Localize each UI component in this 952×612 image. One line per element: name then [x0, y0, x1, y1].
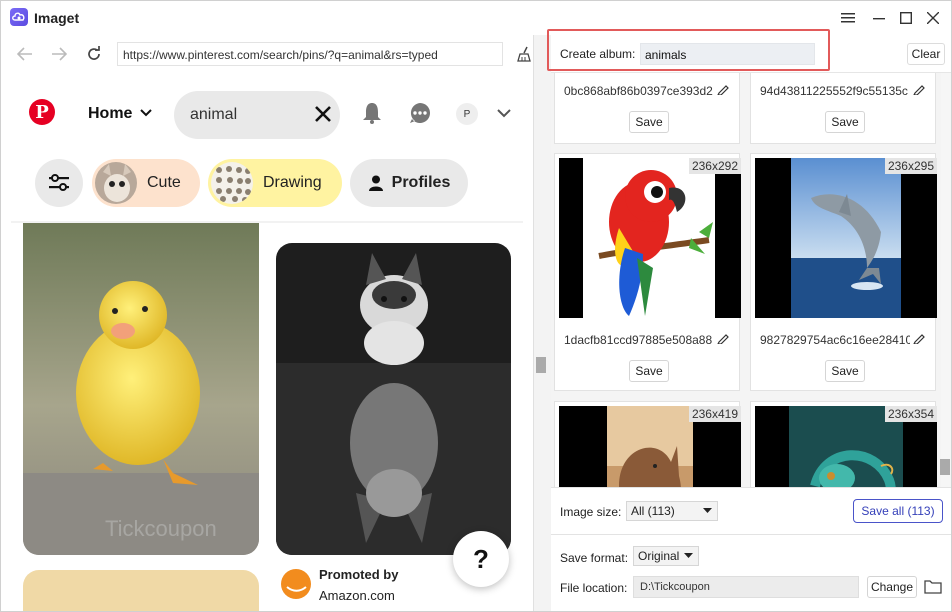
image-filename: 94d43811225552f9c55135c	[760, 84, 908, 98]
rename-pencil-icon[interactable]	[717, 332, 729, 344]
chevron-down-icon	[703, 508, 712, 513]
clear-search-icon[interactable]	[314, 105, 332, 123]
pin-peek-image	[23, 570, 259, 611]
image-size-select[interactable]: All (113)	[626, 501, 718, 521]
pinterest-logo-icon[interactable]: P	[29, 99, 55, 125]
filter-sliders-icon	[49, 174, 69, 191]
chevron-down-icon[interactable]	[140, 109, 152, 117]
save-format-value: Original	[638, 549, 680, 563]
chip-drawing[interactable]: Drawing	[208, 159, 342, 207]
chip-cute[interactable]: Cute	[92, 159, 200, 207]
broom-clear-icon[interactable]	[515, 44, 535, 64]
image-size-value: All (113)	[631, 504, 675, 518]
app-title: Imaget	[34, 10, 80, 26]
forward-arrow-icon[interactable]	[49, 44, 69, 64]
save-button[interactable]: Save	[825, 111, 865, 133]
husky-image	[276, 243, 511, 555]
rename-pencil-icon[interactable]	[717, 83, 729, 95]
image-card: 94d43811225552f9c55135c Save	[750, 73, 936, 144]
maximize-icon[interactable]	[895, 7, 917, 29]
save-format-select[interactable]: Original	[633, 546, 699, 566]
url-field[interactable]: https://www.pinterest.com/search/pins/?q…	[117, 42, 503, 66]
cat-image[interactable]: 236x419	[559, 406, 741, 487]
panel-splitter[interactable]	[533, 35, 551, 611]
change-location-button[interactable]: Change	[867, 576, 917, 598]
hamburger-menu-icon[interactable]	[837, 7, 859, 29]
file-location-label: File location:	[560, 581, 628, 595]
pinterest-scrollbar-thumb[interactable]	[536, 357, 546, 373]
close-icon[interactable]	[922, 7, 944, 29]
image-filename: 0bc868abf86b0397ce393d2	[564, 84, 713, 98]
image-dimensions-badge: 236x419	[688, 406, 741, 422]
chip-drawing-label: Drawing	[263, 174, 322, 191]
pin-peek[interactable]	[23, 570, 259, 611]
image-dimensions-badge: 236x354	[884, 406, 937, 422]
amazon-logo-icon	[281, 569, 311, 599]
cute-thumbnail	[95, 162, 137, 204]
image-size-label: Image size:	[560, 505, 622, 519]
save-format-label: Save format:	[560, 551, 629, 565]
search-query: animal	[190, 106, 238, 123]
chip-profiles-label: Profiles	[391, 174, 451, 191]
album-bar: Create album: animals Clear	[547, 29, 951, 73]
home-button[interactable]: Home	[88, 105, 132, 123]
back-arrow-icon[interactable]	[15, 44, 35, 64]
image-card: 236x354	[750, 401, 937, 487]
duckling-image	[23, 223, 259, 555]
export-controls: Image size: All (113) Save all (113) Sav…	[551, 487, 951, 611]
chameleon-image[interactable]: 236x354	[755, 406, 937, 487]
pin-husky-reflection[interactable]	[276, 243, 511, 555]
clear-button[interactable]: Clear	[907, 43, 945, 65]
account-chevron-down-icon[interactable]	[492, 101, 516, 125]
image-dimensions-badge: 236x295	[884, 158, 937, 174]
save-button[interactable]: Save	[629, 111, 669, 133]
reload-icon[interactable]	[84, 44, 104, 64]
avatar[interactable]: P	[456, 103, 478, 125]
imaget-logo-icon	[10, 8, 28, 26]
browser-toolbar: https://www.pinterest.com/search/pins/?q…	[1, 35, 541, 73]
image-card: 236x419	[554, 401, 741, 487]
drawing-thumbnail	[211, 162, 253, 204]
title-bar: Imaget	[1, 1, 951, 35]
folder-icon[interactable]	[924, 579, 942, 594]
parrot-image[interactable]: 236x292	[559, 158, 741, 318]
filter-chip[interactable]	[35, 159, 83, 207]
imaget-panel: Create album: animals Clear 0bc868abf86b…	[547, 29, 951, 611]
chip-profiles[interactable]: Profiles	[350, 159, 468, 207]
image-card: 236x292 1dacfb81ccd97885e508a88 Save	[554, 153, 741, 391]
promoter-name[interactable]: Amazon.com	[319, 588, 395, 603]
minimize-icon[interactable]	[868, 7, 890, 29]
promoted-label: Promoted by	[319, 567, 399, 582]
gallery-scrollbar[interactable]	[941, 73, 951, 487]
watermark: Tickcoupon	[105, 516, 217, 541]
pinterest-page: P Home animal P Cute Drawing Profiles Ti…	[1, 73, 533, 611]
notifications-bell-icon[interactable]	[360, 101, 384, 125]
gallery-scrollbar-thumb[interactable]	[940, 459, 950, 475]
imaget-window: Imaget https://www.pinterest.com/search/…	[0, 0, 952, 612]
save-button[interactable]: Save	[825, 360, 865, 382]
person-icon	[368, 175, 383, 191]
pin-duckling[interactable]	[23, 223, 259, 555]
chip-cute-label: Cute	[147, 174, 181, 191]
image-dimensions-badge: 236x292	[688, 158, 741, 174]
rename-pencil-icon[interactable]	[913, 332, 925, 344]
create-album-label: Create album:	[560, 47, 636, 61]
messages-icon[interactable]	[408, 101, 432, 125]
album-name-input[interactable]: animals	[640, 43, 815, 65]
rename-pencil-icon[interactable]	[913, 83, 925, 95]
save-button[interactable]: Save	[629, 360, 669, 382]
chevron-down-icon	[684, 553, 693, 558]
dolphin-image[interactable]: 236x295	[755, 158, 937, 318]
image-card: 236x295 9827829754ac6c16ee28410 Save	[750, 153, 937, 391]
image-filename: 1dacfb81ccd97885e508a88	[564, 333, 713, 347]
file-location-field[interactable]: D:\Tickcoupon	[633, 576, 859, 598]
save-all-button[interactable]: Save all (113)	[853, 499, 943, 523]
image-gallery: 0bc868abf86b0397ce393d2 Save 94d43811225…	[551, 73, 941, 487]
image-card: 0bc868abf86b0397ce393d2 Save	[554, 73, 740, 144]
help-button[interactable]: ?	[453, 531, 509, 587]
search-input[interactable]: animal	[174, 91, 340, 139]
image-filename: 9827829754ac6c16ee28410	[760, 333, 910, 347]
bottom-divider	[551, 534, 951, 535]
